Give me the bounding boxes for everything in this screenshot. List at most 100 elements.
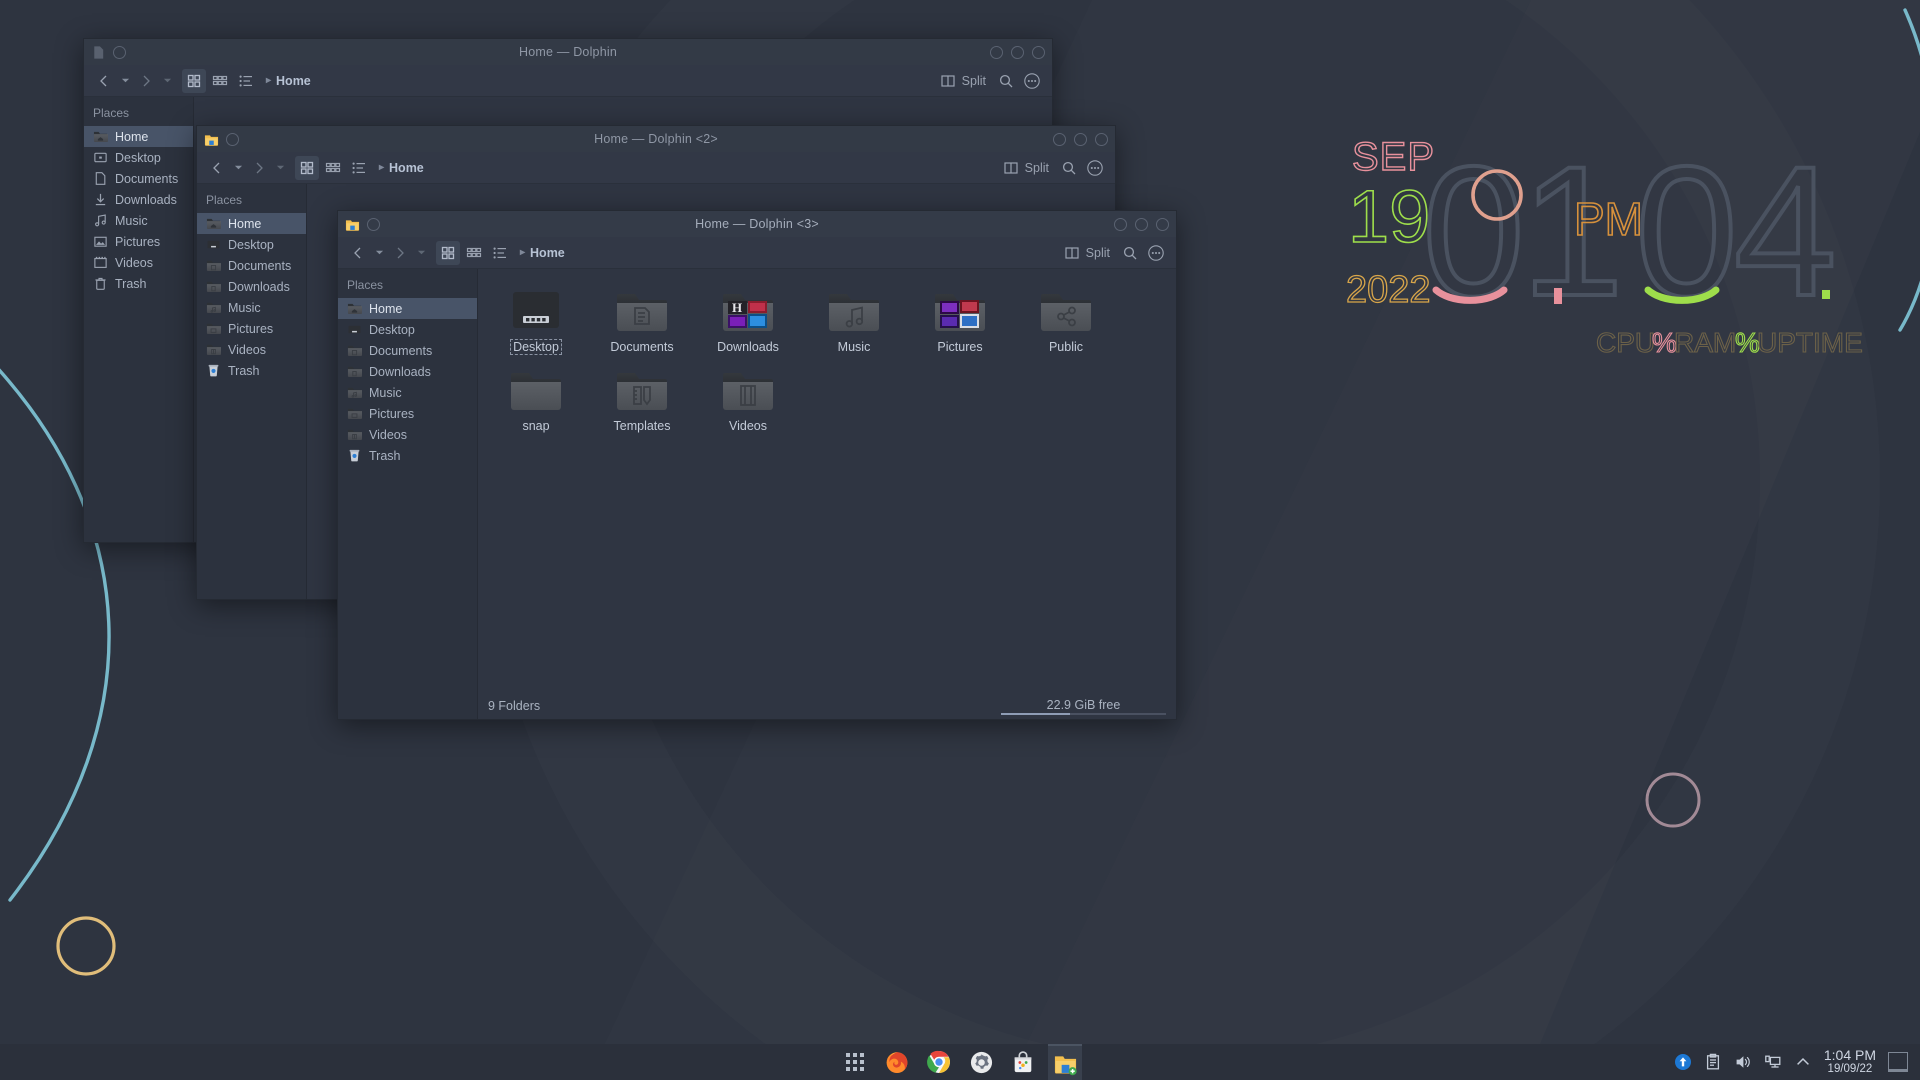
file-item-snap[interactable]: snap	[496, 362, 576, 437]
split-label[interactable]: Split	[1025, 161, 1049, 175]
sidebar-item-trash[interactable]: Trash	[84, 273, 193, 294]
sidebar-item-pictures[interactable]: Pictures	[197, 318, 306, 339]
keep-above-button[interactable]	[367, 217, 380, 231]
toolbar-window-2[interactable]: ▸ Home Split	[197, 152, 1115, 184]
sidebar-item-desktop[interactable]: Desktop	[84, 147, 193, 168]
show-desktop-icon[interactable]	[1888, 1052, 1908, 1072]
dolphin-taskbar-button[interactable]	[1048, 1044, 1082, 1080]
file-item-templates[interactable]: Templates	[602, 362, 682, 437]
system-tray[interactable]: 1:04 PM 19/09/22	[1674, 1044, 1920, 1080]
sidebar-item-trash[interactable]: Trash	[197, 360, 306, 381]
sidebar-item-home[interactable]: Home	[338, 298, 477, 319]
more-icon[interactable]	[1144, 241, 1168, 265]
maximize-button[interactable]	[1011, 45, 1024, 59]
app-grid-button[interactable]	[838, 1045, 872, 1079]
split-view-icon[interactable]	[1060, 241, 1084, 265]
forward-icon[interactable]	[388, 241, 412, 265]
back-icon[interactable]	[92, 69, 116, 93]
breadcrumb-path[interactable]: Home	[530, 246, 565, 260]
sidebar-item-music[interactable]: Music	[197, 297, 306, 318]
sidebar-item-pictures[interactable]: Pictures	[338, 403, 477, 424]
taskbar[interactable]: 1:04 PM 19/09/22	[0, 1044, 1920, 1080]
sidebar-item-pictures[interactable]: Pictures	[84, 231, 193, 252]
places-sidebar-window-2[interactable]: Places Home Desktop Documents Downloads	[197, 184, 307, 599]
places-sidebar-window-1[interactable]: Places Home Desktop Documents Downloads	[84, 97, 194, 542]
free-space-indicator[interactable]: 22.9 GiB free	[1001, 698, 1166, 715]
settings-button[interactable]	[964, 1045, 998, 1079]
view-details-icon[interactable]	[347, 156, 371, 180]
forward-history-chevron-down-icon[interactable]	[273, 156, 287, 180]
breadcrumb-path[interactable]: Home	[389, 161, 424, 175]
close-button[interactable]	[1032, 45, 1045, 59]
chevron-up-icon[interactable]	[1794, 1053, 1812, 1071]
forward-history-chevron-down-icon[interactable]	[160, 69, 174, 93]
back-icon[interactable]	[205, 156, 229, 180]
titlebar-window-1[interactable]: Home — Dolphin	[84, 39, 1052, 65]
close-button[interactable]	[1095, 132, 1108, 146]
maximize-button[interactable]	[1074, 132, 1087, 146]
view-details-icon[interactable]	[234, 69, 258, 93]
back-history-chevron-down-icon[interactable]	[118, 69, 132, 93]
software-center-button[interactable]	[1006, 1045, 1040, 1079]
breadcrumb[interactable]: ▸ Home	[379, 161, 424, 175]
breadcrumb-path[interactable]: Home	[276, 74, 311, 88]
view-icons-icon[interactable]	[295, 155, 319, 180]
sidebar-item-downloads[interactable]: Downloads	[197, 276, 306, 297]
file-item-music[interactable]: Music	[814, 283, 894, 358]
forward-icon[interactable]	[134, 69, 158, 93]
places-sidebar-window-3[interactable]: Places Home Desktop Documents Downloads	[338, 269, 478, 719]
taskbar-clock[interactable]: 1:04 PM 19/09/22	[1824, 1048, 1876, 1076]
toolbar-window-1[interactable]: ▸ Home Split	[84, 65, 1052, 97]
chrome-button[interactable]	[922, 1045, 956, 1079]
breadcrumb[interactable]: ▸ Home	[520, 246, 565, 260]
file-item-public[interactable]: Public	[1026, 283, 1106, 358]
sidebar-item-trash[interactable]: Trash	[338, 445, 477, 466]
file-item-desktop[interactable]: Desktop	[496, 283, 576, 358]
sidebar-item-music[interactable]: Music	[84, 210, 193, 231]
titlebar-window-2[interactable]: Home — Dolphin <2>	[197, 126, 1115, 152]
file-item-pictures[interactable]: Pictures	[920, 283, 1000, 358]
view-icons-icon[interactable]	[436, 240, 460, 265]
more-icon[interactable]	[1020, 69, 1044, 93]
split-view-icon[interactable]	[999, 156, 1023, 180]
sidebar-item-music[interactable]: Music	[338, 382, 477, 403]
search-icon[interactable]	[1057, 156, 1081, 180]
update-arrow-icon[interactable]	[1674, 1053, 1692, 1071]
file-item-videos[interactable]: Videos	[708, 362, 788, 437]
sidebar-item-desktop[interactable]: Desktop	[197, 234, 306, 255]
view-details-icon[interactable]	[488, 241, 512, 265]
split-label[interactable]: Split	[962, 74, 986, 88]
view-compact-icon[interactable]	[462, 241, 486, 265]
view-icons-icon[interactable]	[182, 68, 206, 93]
minimize-button[interactable]	[1114, 217, 1127, 231]
keep-above-button[interactable]	[226, 132, 239, 146]
sidebar-item-documents[interactable]: Documents	[84, 168, 193, 189]
more-icon[interactable]	[1083, 156, 1107, 180]
minimize-button[interactable]	[990, 45, 1003, 59]
split-label[interactable]: Split	[1086, 246, 1110, 260]
file-icon-grid[interactable]: Desktop Documents H Downloads Music Pict…	[478, 269, 1176, 693]
titlebar-window-3[interactable]: Home — Dolphin <3>	[338, 211, 1176, 237]
file-item-downloads[interactable]: H Downloads	[708, 283, 788, 358]
split-view-icon[interactable]	[936, 69, 960, 93]
sidebar-item-videos[interactable]: Videos	[84, 252, 193, 273]
clipboard-icon[interactable]	[1704, 1053, 1722, 1071]
maximize-button[interactable]	[1135, 217, 1148, 231]
taskbar-launchers[interactable]	[838, 1044, 1082, 1080]
dolphin-window-3[interactable]: Home — Dolphin <3> ▸ Home Split Places H…	[337, 210, 1177, 720]
sidebar-item-documents[interactable]: Documents	[197, 255, 306, 276]
sidebar-item-videos[interactable]: Videos	[338, 424, 477, 445]
search-icon[interactable]	[994, 69, 1018, 93]
sidebar-item-home[interactable]: Home	[84, 126, 193, 147]
sidebar-item-downloads[interactable]: Downloads	[338, 361, 477, 382]
sidebar-item-videos[interactable]: Videos	[197, 339, 306, 360]
file-area-window-3[interactable]: Desktop Documents H Downloads Music Pict…	[478, 269, 1176, 719]
back-history-chevron-down-icon[interactable]	[372, 241, 386, 265]
back-icon[interactable]	[346, 241, 370, 265]
view-compact-icon[interactable]	[208, 69, 232, 93]
view-compact-icon[interactable]	[321, 156, 345, 180]
network-icon[interactable]	[1764, 1053, 1782, 1071]
sidebar-item-downloads[interactable]: Downloads	[84, 189, 193, 210]
back-history-chevron-down-icon[interactable]	[231, 156, 245, 180]
keep-above-button[interactable]	[113, 45, 126, 59]
